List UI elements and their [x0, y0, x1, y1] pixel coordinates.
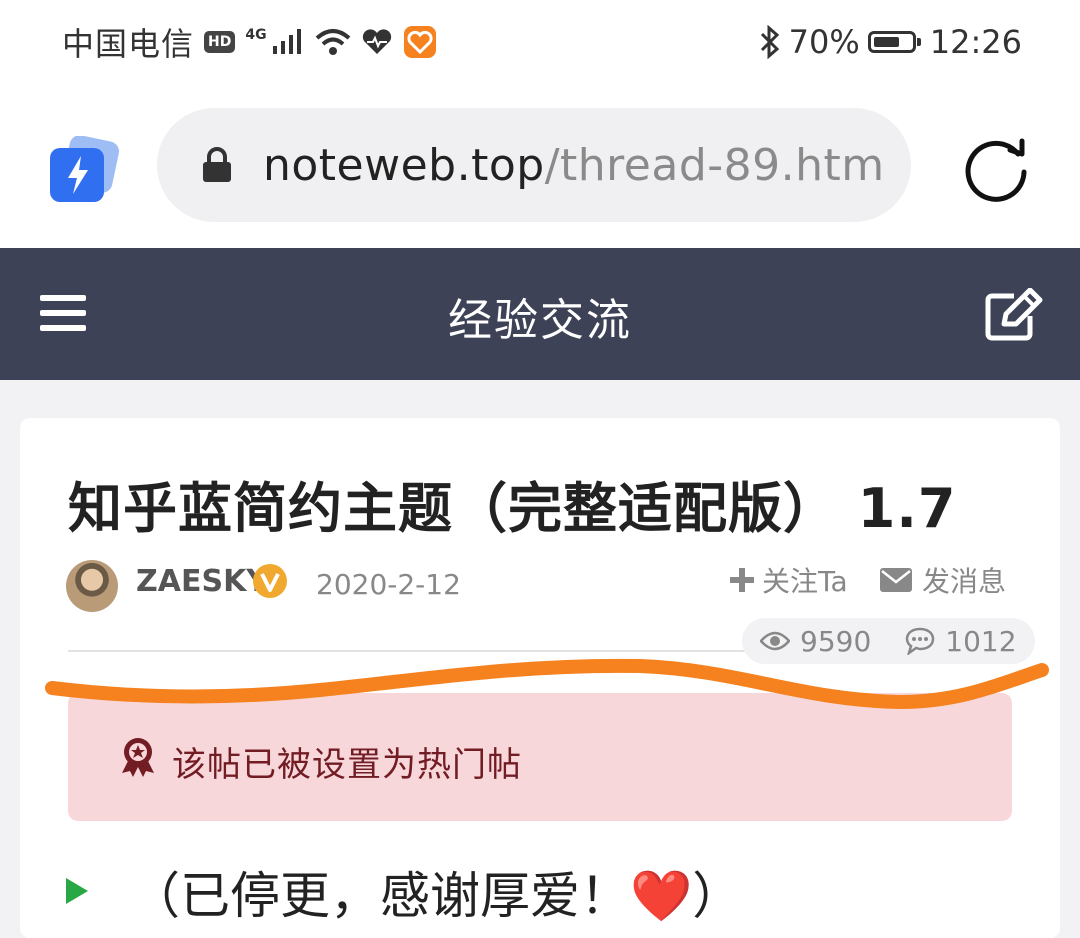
intro-text: （已停更，感谢厚爱！	[130, 867, 630, 925]
post-intro: （已停更，感谢厚爱！❤️）	[130, 856, 742, 928]
lock-icon	[203, 147, 231, 182]
signal-icon	[272, 29, 301, 54]
message-label: 发消息	[922, 565, 1007, 598]
site-header: 经验交流	[0, 248, 1080, 380]
health-app-icon	[403, 26, 436, 58]
thread-card: 知乎蓝简约主题（完整适配版） 1.7 ZAESKY 2020-2-12 关注Ta…	[20, 418, 1060, 938]
view-count: 9590	[800, 624, 872, 658]
play-icon	[66, 878, 88, 904]
message-button[interactable]: 发消息	[880, 560, 1006, 600]
thread-title: 知乎蓝简约主题（完整适配版） 1.7	[68, 477, 957, 540]
hd-badge: HD	[204, 31, 236, 53]
envelope-icon	[880, 568, 912, 592]
network-type: 4G	[245, 27, 267, 43]
url-path: /thread-89.htm	[544, 139, 885, 191]
carrier-name: 中国电信	[62, 25, 195, 63]
heart-emoji: ❤️	[630, 867, 693, 925]
status-bar-left: 中国电信 HD 4G	[62, 20, 437, 64]
page-title: 经验交流	[448, 295, 632, 346]
notice-text: 该帖已被设置为热门帖	[172, 745, 522, 785]
thread-stats: 9590 1012	[742, 618, 1035, 664]
clock: 12:26	[929, 23, 1022, 61]
url-text[interactable]: noteweb.top/thread-89.htm	[263, 140, 885, 191]
hot-thread-notice: 该帖已被设置为热门帖	[68, 693, 1012, 821]
address-bar[interactable]: noteweb.top/thread-89.htm	[157, 108, 911, 222]
browser-toolbar: noteweb.top/thread-89.htm	[0, 84, 1080, 248]
author-name[interactable]: ZAESKY	[136, 564, 268, 599]
bluetooth-icon	[760, 25, 779, 59]
edit-icon[interactable]	[984, 288, 1044, 342]
heart-icon	[362, 29, 391, 54]
avatar[interactable]	[66, 560, 118, 612]
comment-icon	[906, 627, 935, 655]
award-icon	[122, 738, 154, 777]
url-host: noteweb.top	[263, 139, 545, 191]
follow-label: 关注Ta	[762, 565, 848, 598]
plus-icon	[730, 568, 754, 592]
eye-icon	[760, 631, 790, 651]
battery-percent: 70%	[788, 23, 860, 61]
reply-count: 1012	[945, 624, 1017, 658]
status-bar-right: 70% 12:26	[759, 20, 1022, 64]
post-date: 2020-2-12	[316, 568, 461, 601]
reload-icon[interactable]	[960, 132, 1032, 204]
browser-app-icon[interactable]	[50, 136, 120, 202]
intro-close: ）	[692, 867, 743, 925]
verified-icon	[253, 564, 287, 598]
follow-button[interactable]: 关注Ta	[730, 560, 848, 600]
wifi-icon	[315, 29, 350, 55]
status-bar: 中国电信 HD 4G 70% 12:26	[0, 0, 1080, 84]
battery-icon	[867, 31, 921, 53]
